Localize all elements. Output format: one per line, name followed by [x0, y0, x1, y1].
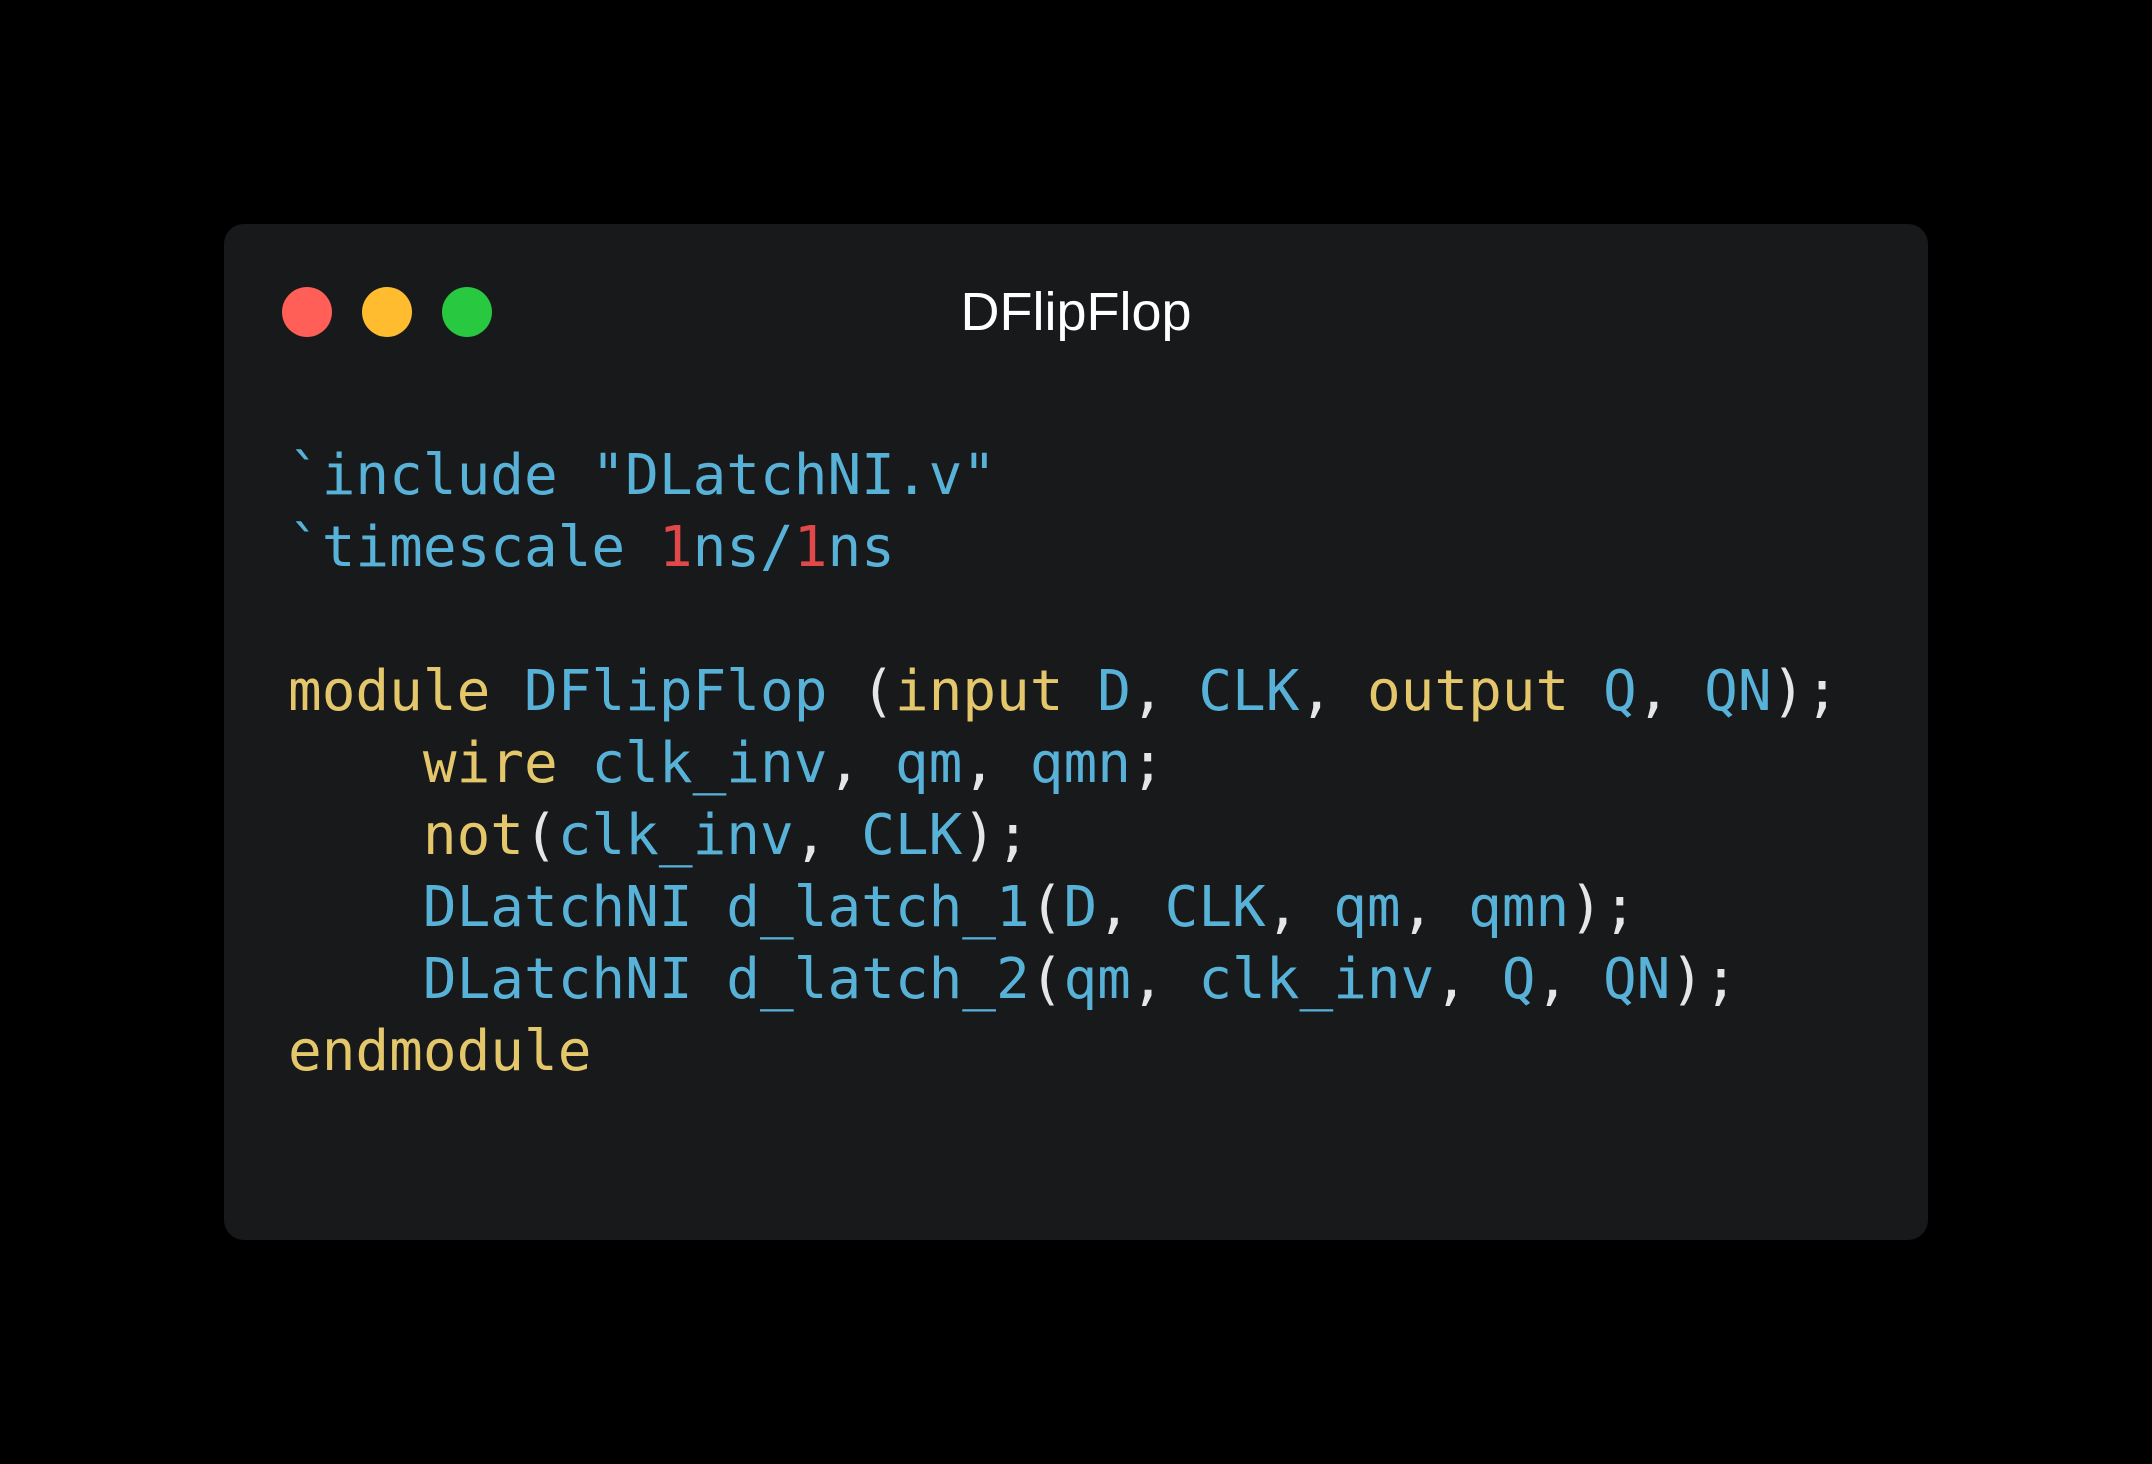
code-identifier: DFlipFlop: [524, 659, 828, 724]
code-keyword: not: [422, 803, 525, 868]
code-line: `timescale 1ns/1ns: [288, 512, 1839, 584]
code-punctuation: ,: [1265, 875, 1334, 940]
code-identifier: `include "DLatchNI.v": [288, 443, 997, 508]
window-title: DFlipFlop: [960, 282, 1192, 342]
code-keyword: wire: [422, 731, 558, 796]
title-bar: DFlipFlop: [224, 224, 1928, 400]
code-punctuation: ,: [1130, 947, 1199, 1012]
code-number: 1: [658, 515, 693, 580]
code-identifier: qm: [894, 731, 963, 796]
code-line: not(clk_inv, CLK);: [288, 800, 1839, 872]
code-punctuation: [288, 875, 423, 940]
code-identifier: qmn: [1468, 875, 1570, 940]
code-line: module DFlipFlop (input D, CLK, output Q…: [288, 656, 1839, 728]
code-identifier: QN: [1602, 947, 1671, 1012]
code-line: `include "DLatchNI.v": [288, 440, 1839, 512]
code-window: DFlipFlop `include "DLatchNI.v" `timescal…: [224, 224, 1928, 1240]
code-punctuation: [693, 947, 727, 1012]
code-identifier: ns/: [692, 515, 794, 580]
code-keyword: output: [1366, 659, 1570, 724]
code-identifier: CLK: [861, 803, 963, 868]
code-punctuation: [693, 875, 727, 940]
code-number: 1: [793, 515, 828, 580]
code-punctuation: ,: [827, 731, 895, 796]
code-identifier: qm: [1333, 875, 1401, 940]
code-punctuation: );: [1670, 947, 1738, 1012]
code-punctuation: [1063, 659, 1097, 724]
code-identifier: D: [1097, 659, 1131, 724]
code-identifier: CLK: [1198, 659, 1300, 724]
code-punctuation: ,: [1097, 875, 1165, 940]
code-punctuation: ,: [1130, 659, 1199, 724]
code-line: DLatchNI d_latch_1(D, CLK, qm, qmn);: [288, 872, 1839, 944]
code-punctuation: [1569, 659, 1603, 724]
code-keyword: endmodule: [288, 1019, 592, 1084]
code-identifier: QN: [1704, 659, 1772, 724]
code-punctuation: ,: [1299, 659, 1367, 724]
code-identifier: d_latch_1: [726, 875, 1030, 940]
code-line: DLatchNI d_latch_2(qm, clk_inv, Q, QN);: [288, 944, 1839, 1016]
code-block: `include "DLatchNI.v" `timescale 1ns/1ns m…: [288, 440, 1839, 1088]
code-punctuation: ,: [793, 803, 862, 868]
code-identifier: clk_inv: [591, 731, 828, 796]
code-punctuation: (: [1029, 875, 1064, 940]
code-punctuation: ,: [1434, 947, 1502, 1012]
code-keyword: module: [288, 659, 491, 724]
code-punctuation: ;: [1130, 731, 1165, 796]
code-punctuation: ,: [1400, 875, 1469, 940]
code-punctuation: (: [524, 803, 558, 868]
code-identifier: qm: [1063, 947, 1131, 1012]
code-punctuation: ,: [962, 731, 1030, 796]
code-punctuation: [288, 947, 423, 1012]
code-identifier: `timescale: [288, 515, 659, 580]
code-identifier: qmn: [1029, 731, 1131, 796]
code-punctuation: ,: [1535, 947, 1603, 1012]
code-identifier: d_latch_2: [726, 947, 1030, 1012]
code-line: endmodule: [288, 1016, 1839, 1088]
code-identifier: clk_inv: [557, 803, 794, 868]
code-identifier: Q: [1602, 659, 1637, 724]
code-identifier: Q: [1501, 947, 1536, 1012]
code-identifier: ns: [827, 515, 895, 580]
code-punctuation: [490, 659, 524, 724]
code-punctuation: );: [962, 803, 1030, 868]
code-punctuation: ,: [1636, 659, 1705, 724]
code-punctuation: );: [1569, 875, 1637, 940]
code-identifier: DLatchNI: [422, 947, 693, 1012]
code-identifier: D: [1063, 875, 1098, 940]
code-punctuation: (: [1029, 947, 1064, 1012]
code-punctuation: );: [1771, 659, 1839, 724]
code-punctuation: [288, 731, 423, 796]
code-punctuation: (: [827, 659, 895, 724]
code-identifier: CLK: [1164, 875, 1266, 940]
code-punctuation: [288, 803, 423, 868]
code-punctuation: [558, 731, 592, 796]
code-identifier: clk_inv: [1198, 947, 1435, 1012]
code-line: wire clk_inv, qm, qmn;: [288, 728, 1839, 800]
code-identifier: DLatchNI: [422, 875, 693, 940]
code-keyword: input: [894, 659, 1064, 724]
